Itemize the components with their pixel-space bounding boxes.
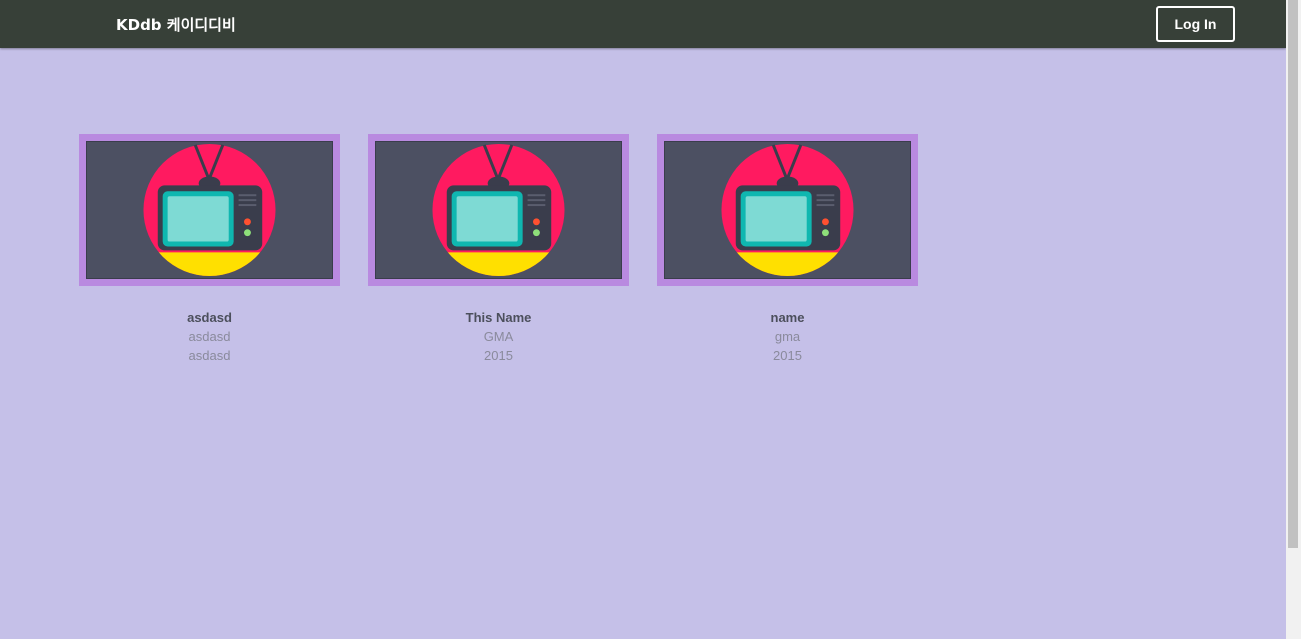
scrollbar-thumb[interactable] (1288, 0, 1298, 548)
show-card[interactable]: This Name GMA 2015 (368, 134, 629, 365)
card-image-frame[interactable] (368, 134, 629, 286)
show-network: asdasd (188, 329, 231, 344)
show-title[interactable]: asdasd (79, 308, 340, 327)
login-button[interactable]: Log In (1156, 6, 1235, 42)
show-network: gma (774, 329, 801, 344)
show-title[interactable]: name (657, 308, 918, 327)
show-year: 2015 (484, 348, 513, 363)
tv-icon (664, 141, 911, 279)
show-year: 2015 (773, 348, 802, 363)
show-title[interactable]: This Name (368, 308, 629, 327)
card-image-frame[interactable] (657, 134, 918, 286)
scrollbar[interactable] (1286, 0, 1301, 639)
tv-icon (375, 141, 622, 279)
brand-logo[interactable]: KDdb 케이디디비 (116, 14, 236, 35)
tv-icon (86, 141, 333, 279)
show-network: GMA (483, 329, 514, 344)
card-image-frame[interactable] (79, 134, 340, 286)
show-year: asdasd (188, 348, 231, 363)
show-card[interactable]: asdasd asdasd asdasd (79, 134, 340, 365)
navbar: KDdb 케이디디비 Log In (0, 0, 1286, 48)
show-card[interactable]: name gma 2015 (657, 134, 918, 365)
